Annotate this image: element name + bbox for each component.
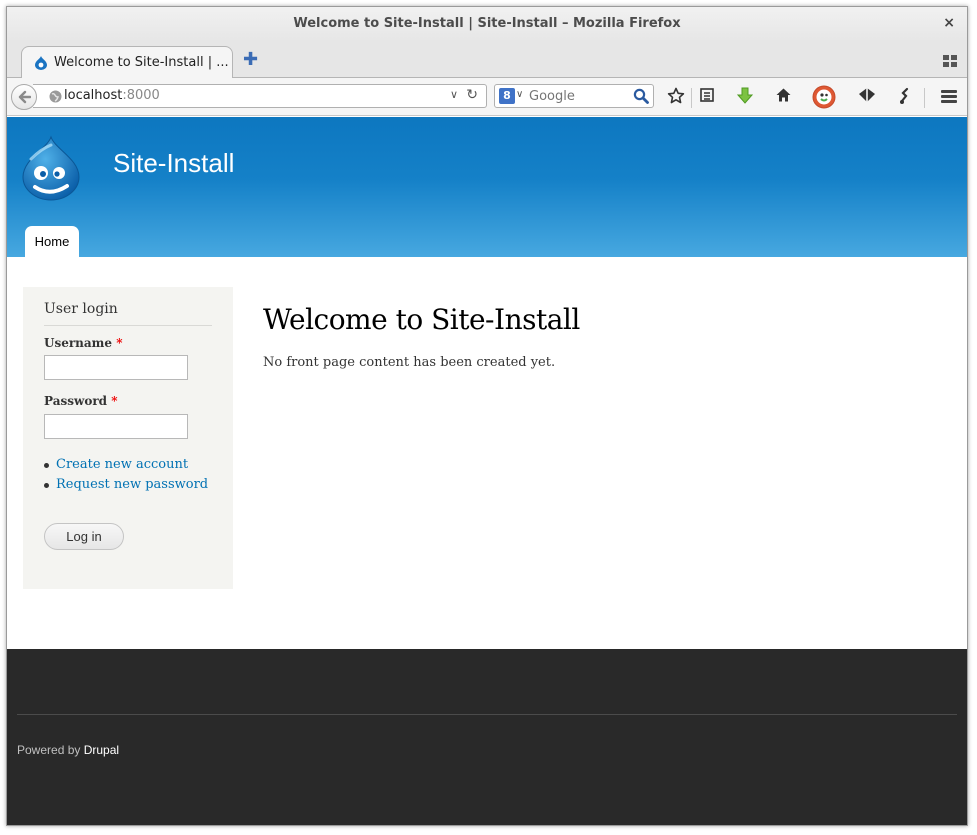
window-close-button[interactable]: × <box>943 15 955 31</box>
navigation-toolbar: localhost:8000 ∨ ↻ 8 ∨ <box>7 78 967 116</box>
password-label: Password * <box>44 394 118 408</box>
block-title: User login <box>44 301 118 317</box>
search-input[interactable] <box>529 87 629 105</box>
title-bar: Welcome to Site-Install | Site-Install –… <box>7 7 967 42</box>
history-dropdown-icon[interactable]: ∨ <box>450 88 458 101</box>
nav-tab-home-label: Home <box>34 234 70 249</box>
pocket-icon[interactable] <box>857 87 877 107</box>
browser-window: Welcome to Site-Install | Site-Install –… <box>6 6 968 826</box>
back-arrow-icon <box>18 90 31 104</box>
list-bullet <box>44 463 49 468</box>
username-label: Username * <box>44 336 122 350</box>
globe-icon <box>49 90 62 103</box>
drupal-link[interactable]: Drupal <box>84 743 119 757</box>
drupal-logo-icon[interactable] <box>21 135 81 201</box>
list-bullet <box>44 483 49 488</box>
url-port: :8000 <box>122 88 160 103</box>
search-icon[interactable] <box>633 88 649 104</box>
bookmark-star-icon[interactable] <box>666 87 686 107</box>
log-in-button[interactable]: Log in <box>44 523 124 550</box>
username-label-text: Username <box>44 336 113 350</box>
web-page: Site-Install Home User login Username * … <box>7 117 967 825</box>
downloads-icon[interactable] <box>735 87 755 107</box>
required-marker: * <box>116 336 123 350</box>
bookmarks-menu-icon[interactable] <box>697 87 717 107</box>
tab-groups-icon[interactable] <box>943 55 957 67</box>
tab-strip: Welcome to Site-Install | ... ✚ <box>7 42 967 78</box>
password-label-text: Password <box>44 394 108 408</box>
block-title-divider <box>44 325 212 326</box>
developer-tools-icon[interactable] <box>895 87 915 107</box>
toolbar-separator <box>924 88 925 108</box>
reload-icon[interactable]: ↻ <box>466 87 478 103</box>
username-field[interactable] <box>44 355 188 380</box>
search-engine-dropdown-icon[interactable]: ∨ <box>516 89 523 100</box>
site-name-link[interactable]: Site-Install <box>113 148 234 179</box>
window-title: Welcome to Site-Install | Site-Install –… <box>293 16 681 31</box>
drupal-favicon-icon <box>35 56 47 70</box>
duckduckgo-icon[interactable] <box>812 85 836 109</box>
required-marker: * <box>111 394 118 408</box>
footer-divider <box>17 714 957 715</box>
nav-tab-home[interactable]: Home <box>25 226 79 257</box>
powered-by-text: Powered by <box>17 743 84 757</box>
hamburger-menu-icon[interactable] <box>941 90 957 103</box>
page-title: Welcome to Site-Install <box>263 303 580 336</box>
url-host: localhost <box>64 88 123 103</box>
browser-tab[interactable]: Welcome to Site-Install | ... <box>21 46 233 78</box>
url-bar[interactable]: localhost:8000 ∨ ↻ <box>33 84 487 108</box>
search-engine-google-icon[interactable]: 8 <box>499 88 515 104</box>
back-button[interactable] <box>11 84 37 110</box>
create-account-link[interactable]: Create new account <box>56 457 188 472</box>
site-footer: Powered by Drupal <box>7 649 967 825</box>
password-field[interactable] <box>44 414 188 439</box>
search-bar[interactable]: 8 ∨ <box>494 84 654 108</box>
user-login-block: User login Username * Password * Create … <box>23 287 233 589</box>
tab-label: Welcome to Site-Install | ... <box>54 55 229 70</box>
request-password-link[interactable]: Request new password <box>56 477 208 492</box>
new-tab-icon[interactable]: ✚ <box>243 51 258 69</box>
home-icon[interactable] <box>773 87 793 107</box>
powered-by: Powered by Drupal <box>17 743 119 757</box>
site-header: Site-Install Home <box>7 117 967 257</box>
url-text: localhost:8000 <box>64 88 160 103</box>
page-body-text: No front page content has been created y… <box>263 355 556 370</box>
toolbar-separator <box>691 88 692 108</box>
